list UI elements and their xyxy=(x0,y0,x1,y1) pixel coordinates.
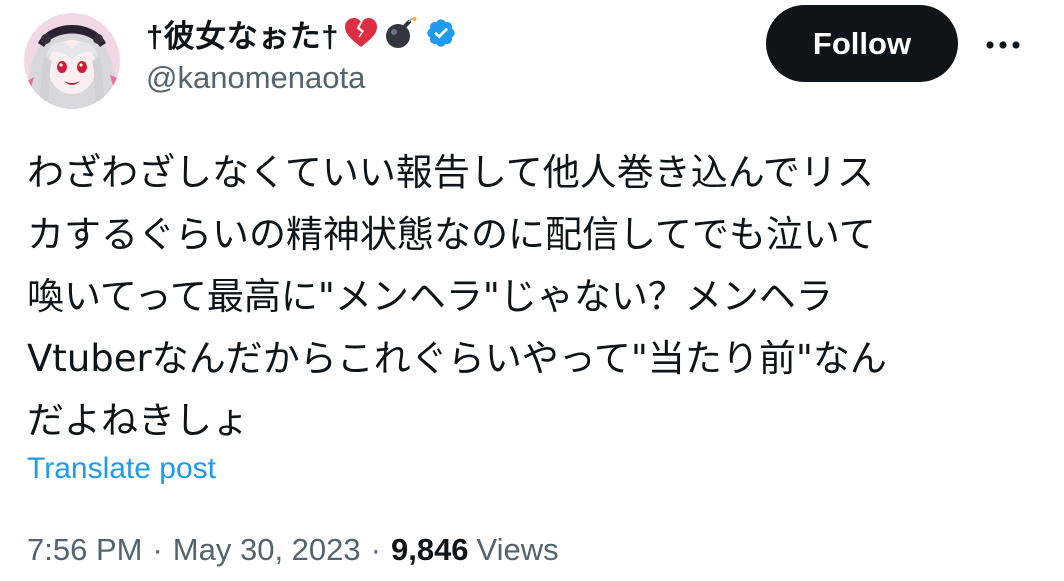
verified-badge-icon[interactable] xyxy=(423,15,459,51)
post-text: わざわざしなくていい報告して他人巻き込んでリス カするぐらいの精神状態なのに配信… xyxy=(27,151,887,442)
bomb-icon xyxy=(383,15,419,51)
author-handle[interactable]: @kanomenaota xyxy=(146,60,365,96)
post-card: †彼女なぉた† @kanomenaota Follow わざわざしなくていい報告… xyxy=(0,0,1064,581)
post-time[interactable]: 7:56 PM xyxy=(27,532,142,568)
post-date[interactable]: May 30, 2023 xyxy=(173,532,361,568)
meta-separator: · xyxy=(370,532,381,567)
follow-button[interactable]: Follow xyxy=(766,5,958,82)
views-label: Views xyxy=(476,532,559,567)
views-count: 9,846 xyxy=(390,532,469,567)
post-meta: 7:56 PM · May 30, 2023 · 9,846 Views xyxy=(27,532,559,568)
author-display-name[interactable]: †彼女なぉた† xyxy=(146,11,339,56)
author-name-row: †彼女なぉた† xyxy=(146,12,459,54)
more-options-icon[interactable] xyxy=(982,24,1024,66)
avatar[interactable] xyxy=(24,13,120,109)
avatar-image xyxy=(24,13,120,109)
meta-separator: · xyxy=(152,532,163,567)
broken-heart-icon xyxy=(343,15,379,51)
translate-post-link[interactable]: Translate post xyxy=(27,452,216,486)
